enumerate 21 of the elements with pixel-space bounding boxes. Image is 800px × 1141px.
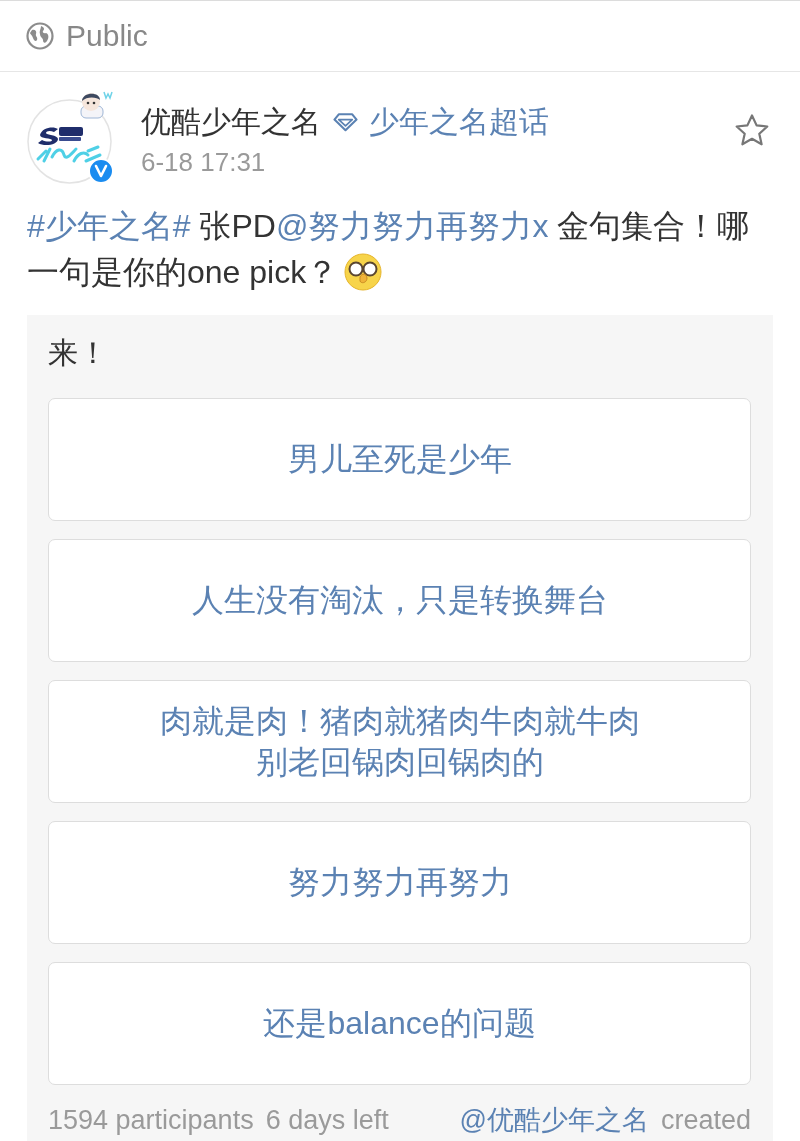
visibility-label: Public (66, 18, 148, 54)
creator-link[interactable]: @优酷少年之名 (459, 1103, 649, 1137)
hashtag-link[interactable]: #少年之名# (27, 208, 191, 244)
author-name[interactable]: 优酷少年之名 (141, 102, 321, 142)
post-time: 6-18 17:31 (141, 146, 267, 179)
poll-option-button[interactable]: 男儿至死是少年 (48, 398, 751, 521)
diamond-icon (333, 112, 358, 132)
mention-link[interactable]: @努力努力再努力x (275, 208, 549, 244)
participants-count: 1594 participants (48, 1104, 254, 1137)
poll-option-button[interactable]: 努力努力再努力 (48, 821, 751, 944)
emoji-icon (344, 253, 383, 291)
time-left: 6 days left (265, 1104, 389, 1137)
poll-option-button[interactable]: 肉就是肉！猪肉就猪肉牛肉就牛肉 别老回锅肉回锅肉的 (48, 680, 751, 803)
star-icon[interactable] (734, 113, 770, 147)
post-text: #少年之名# 张PD@努力努力再努力x 金句集合！哪一句是你的one pick？ (27, 207, 751, 293)
poll-option-button[interactable]: 还是balance的问题 (48, 962, 751, 1085)
created-label: created (660, 1104, 751, 1137)
poll-title: 来！ (48, 335, 109, 371)
supertopic-link[interactable]: 少年之名超话 (369, 102, 549, 142)
poll-option-button[interactable]: 人生没有淘汰，只是转换舞台 (48, 539, 751, 662)
globe-icon (26, 22, 54, 50)
